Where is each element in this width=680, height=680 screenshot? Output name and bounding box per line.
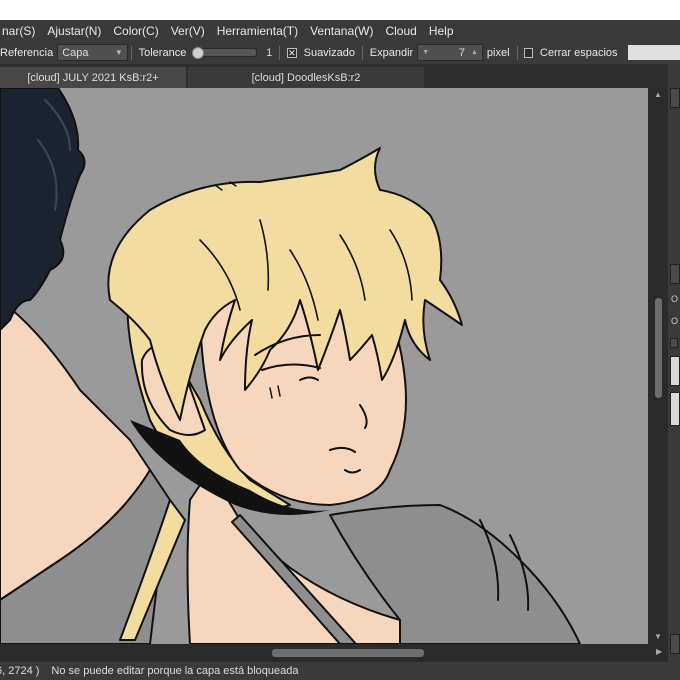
right-side-panel: O O <box>668 64 680 664</box>
close-gaps-label: Cerrar espacios <box>539 46 618 59</box>
artwork-illustration <box>0 88 581 644</box>
scroll-right-icon[interactable]: ▶ <box>656 647 662 656</box>
tab-label: [cloud] DoodlesKsB:r2 <box>251 71 361 84</box>
tolerance-label: Tolerance <box>138 46 187 59</box>
document-tab-bar: [cloud] JULY 2021 KsB:r2+ [cloud] Doodle… <box>0 64 668 88</box>
tab-label: [cloud] JULY 2021 KsB:r2+ <box>27 71 159 84</box>
tolerance-slider[interactable] <box>190 44 260 61</box>
menu-ver[interactable]: Ver(V) <box>165 24 211 38</box>
chevron-down-icon: ▼ <box>114 48 123 57</box>
menubar: nar(S) Ajustar(N) Color(C) Ver(V) Herram… <box>0 20 680 41</box>
slider-knob[interactable] <box>192 46 205 59</box>
left-character-hair <box>0 88 86 331</box>
vertical-scroll-thumb[interactable] <box>655 298 662 398</box>
top-strip <box>0 0 680 20</box>
panel-glyph: O <box>671 294 679 304</box>
layer-row[interactable] <box>670 392 680 426</box>
gap-size-field[interactable] <box>627 45 680 60</box>
status-bar: 6, 2724 ) No se puede editar porque la c… <box>0 662 680 680</box>
expand-value: 7 <box>458 46 465 59</box>
close-gaps-checkbox[interactable] <box>524 47 533 58</box>
tolerance-value: 1 <box>266 46 273 59</box>
tab-doodles[interactable]: [cloud] DoodlesKsB:r2 <box>188 67 424 88</box>
vertical-scrollbar[interactable]: ▲ ▼ <box>648 88 668 644</box>
menu-ajustar[interactable]: Ajustar(N) <box>41 24 107 38</box>
status-message: No se puede editar porque la capa está b… <box>51 665 299 677</box>
horizontal-scrollbar[interactable]: ▶ <box>0 644 668 662</box>
menu-select[interactable]: nar(S) <box>0 24 41 38</box>
layer-reference-value: Capa <box>62 46 89 59</box>
layer-row[interactable] <box>670 356 680 386</box>
menu-color[interactable]: Color(C) <box>107 24 164 38</box>
menu-ventana[interactable]: Ventana(W) <box>304 24 379 38</box>
tab-july-2021[interactable]: [cloud] JULY 2021 KsB:r2+ <box>0 67 186 88</box>
smoothing-checkbox[interactable]: ✕ <box>287 47 297 58</box>
panel-button[interactable] <box>670 88 680 108</box>
separator <box>516 45 518 60</box>
tool-options-bar: Referencia Capa ▼ Tolerance 1 ✕ Suavizad… <box>0 41 680 64</box>
expand-unit: pixel <box>486 46 510 59</box>
reference-label: Referencia <box>0 46 54 59</box>
menu-help[interactable]: Help <box>423 24 460 38</box>
menu-herramienta[interactable]: Herramienta(T) <box>211 24 304 38</box>
scroll-up-icon[interactable]: ▲ <box>654 90 662 99</box>
separator <box>130 45 132 60</box>
menu-cloud[interactable]: Cloud <box>379 24 422 38</box>
drawing-canvas[interactable] <box>0 88 648 644</box>
layer-reference-select[interactable]: Capa ▼ <box>57 44 128 61</box>
panel-checkbox[interactable] <box>670 338 678 348</box>
checkmark-icon: ✕ <box>288 47 296 58</box>
scroll-down-icon[interactable]: ▼ <box>654 632 662 641</box>
smoothing-label: Suavizado <box>303 46 355 59</box>
cursor-coordinates: 6, 2724 ) <box>0 665 40 677</box>
panel-button[interactable] <box>670 634 680 654</box>
expand-spinbox[interactable]: ▼ 7 ▲ <box>417 44 483 61</box>
expand-label: Expandir <box>369 46 414 59</box>
separator <box>279 45 281 60</box>
horizontal-scroll-thumb[interactable] <box>272 649 424 657</box>
panel-tab[interactable] <box>670 264 680 284</box>
panel-glyph: O <box>671 316 679 326</box>
spin-up-icon[interactable]: ▲ <box>471 49 478 56</box>
spin-down-icon[interactable]: ▼ <box>422 49 429 56</box>
separator <box>361 45 363 60</box>
